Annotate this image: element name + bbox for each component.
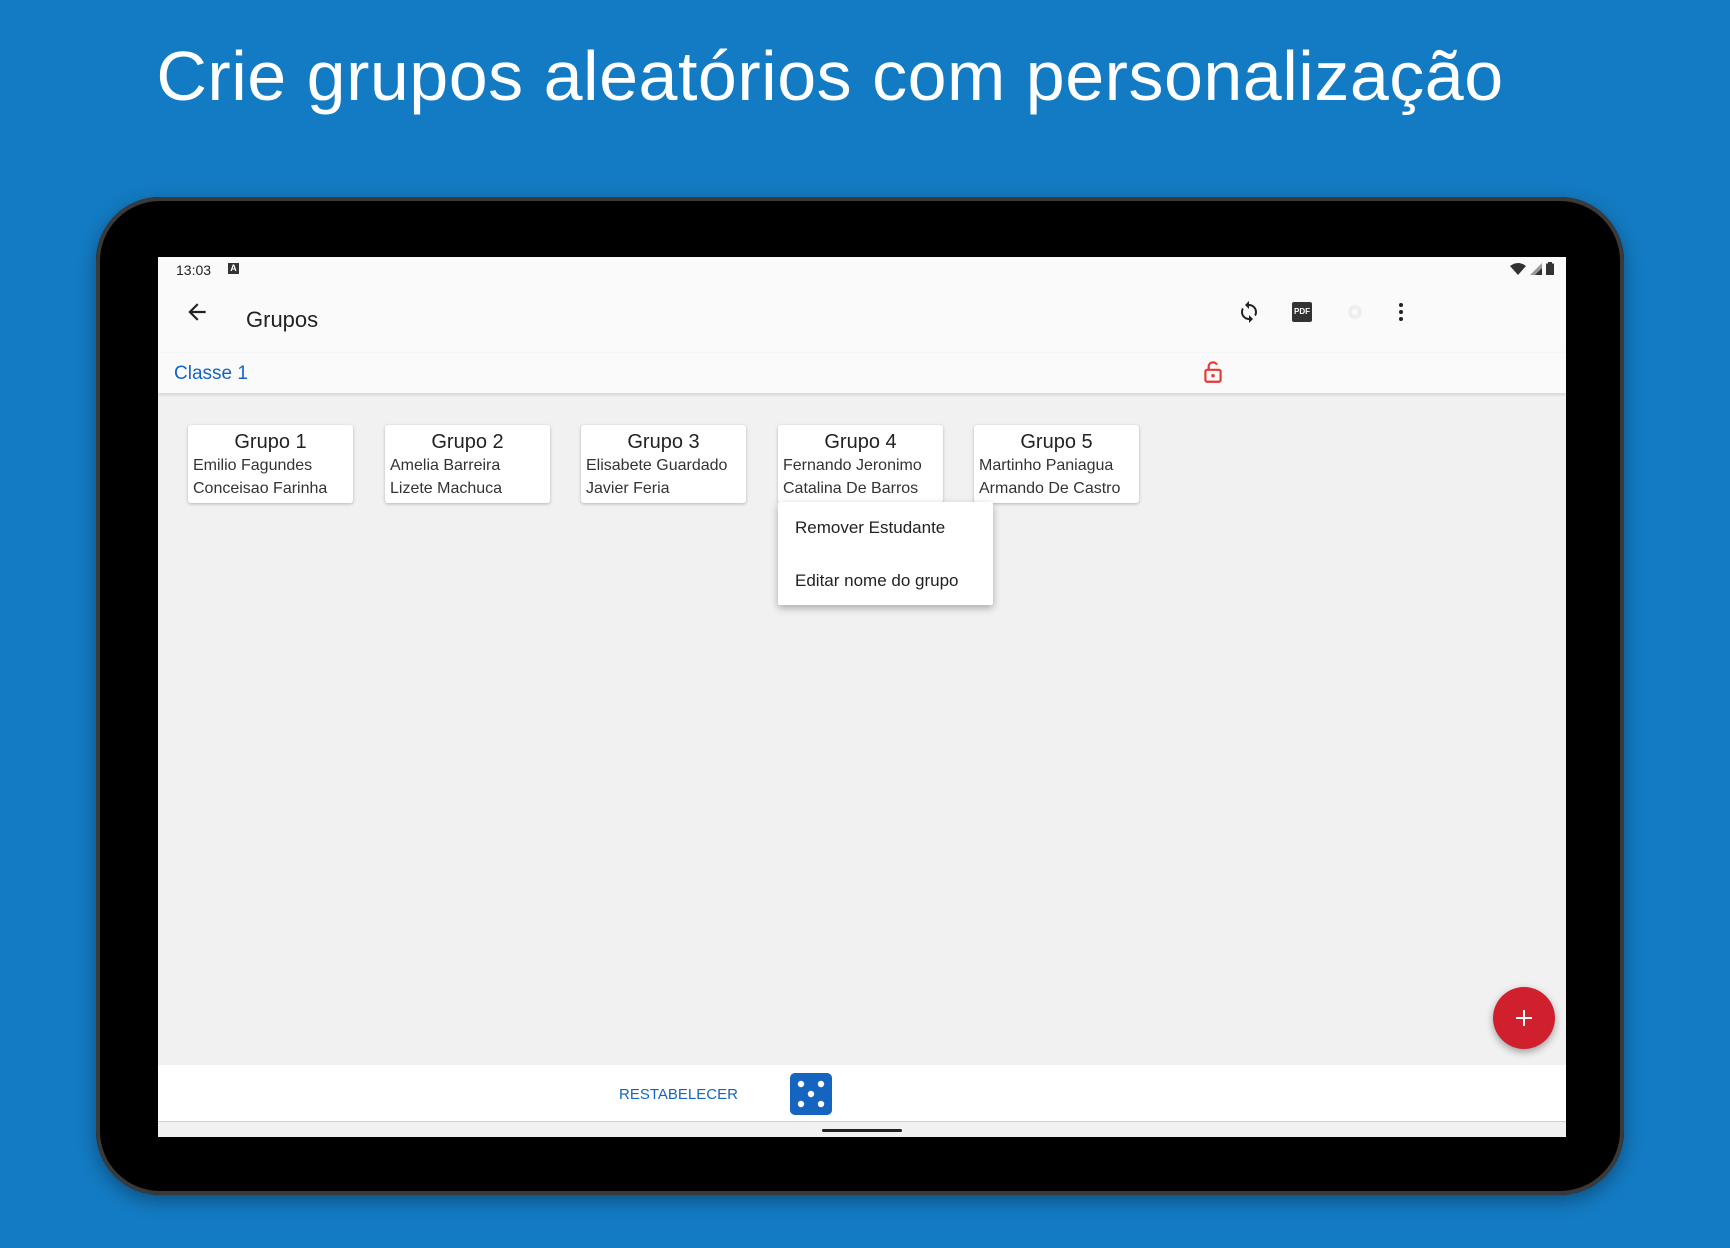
- student-name[interactable]: Conceisao Farinha: [188, 477, 353, 500]
- context-menu: Remover Estudante Editar nome do grupo: [778, 502, 993, 605]
- pdf-icon: PDF: [1292, 302, 1312, 322]
- group-name: Grupo 4: [824, 431, 897, 453]
- app-bar: Grupos PDF: [158, 283, 1566, 353]
- student-name[interactable]: Amelia Barreira: [385, 454, 550, 477]
- class-selector[interactable]: Classe 1: [174, 363, 248, 385]
- student-name[interactable]: Emilio Fagundes: [188, 454, 353, 477]
- group-card[interactable]: Grupo 5 Martinho Paniagua Armando De Cas…: [974, 425, 1139, 503]
- group-card[interactable]: Grupo 3 Elisabete Guardado Javier Feria: [581, 425, 746, 503]
- status-time: 13:03: [176, 262, 212, 278]
- notification-icon: A: [228, 263, 239, 274]
- plus-icon: [1516, 1010, 1532, 1026]
- group-name: Grupo 2: [431, 431, 504, 453]
- settings-button[interactable]: [1340, 297, 1370, 327]
- system-icons: [1510, 262, 1554, 275]
- signal-icon: [1530, 262, 1542, 275]
- wifi-icon: [1510, 262, 1526, 275]
- status-bar: 13:03 A: [158, 257, 1566, 283]
- battery-icon: [1546, 262, 1554, 275]
- promo-headline: Crie grupos aleatórios com personalizaçã…: [156, 37, 1504, 115]
- bottom-bar: RESTABELECER: [158, 1065, 1566, 1122]
- group-name: Grupo 5: [1020, 431, 1093, 453]
- menu-item-edit-group-name[interactable]: Editar nome do grupo: [795, 571, 959, 591]
- student-name[interactable]: Lizete Machuca: [385, 477, 550, 500]
- group-card[interactable]: Grupo 1 Emilio Fagundes Conceisao Farinh…: [188, 425, 353, 503]
- gesture-nav-bar[interactable]: [822, 1129, 902, 1132]
- student-name[interactable]: Catalina De Barros: [778, 477, 943, 500]
- group-name: Grupo 3: [627, 431, 700, 453]
- student-name[interactable]: Martinho Paniagua: [974, 454, 1139, 477]
- add-button[interactable]: [1493, 987, 1555, 1049]
- sync-icon: [1241, 301, 1257, 323]
- student-name[interactable]: Elisabete Guardado: [581, 454, 746, 477]
- student-name[interactable]: Armando De Castro: [974, 477, 1139, 500]
- pdf-icon-label: PDF: [1294, 307, 1310, 316]
- student-name[interactable]: Javier Feria: [581, 477, 746, 500]
- group-card[interactable]: Grupo 4 Fernando Jeronimo Catalina De Ba…: [778, 425, 943, 503]
- unlock-icon[interactable]: [1200, 359, 1226, 385]
- class-bar: Classe 1: [158, 353, 1566, 394]
- group-card[interactable]: Grupo 2 Amelia Barreira Lizete Machuca: [385, 425, 550, 503]
- app-screen: 13:03 A Grupos PDF Classe 1 Grupo 1 Emil…: [158, 257, 1566, 1137]
- dice-icon[interactable]: [790, 1073, 832, 1115]
- settings-icon: [1348, 305, 1362, 319]
- sync-button[interactable]: [1234, 297, 1264, 327]
- reset-button[interactable]: RESTABELECER: [619, 1086, 738, 1103]
- arrow-left-icon[interactable]: [184, 299, 210, 325]
- more-vert-icon: [1399, 303, 1403, 321]
- group-name: Grupo 1: [234, 431, 307, 453]
- pdf-button[interactable]: PDF: [1287, 297, 1317, 327]
- page-title: Grupos: [246, 307, 319, 332]
- more-options-button[interactable]: [1386, 297, 1416, 327]
- menu-item-remove-student[interactable]: Remover Estudante: [795, 518, 945, 538]
- student-name[interactable]: Fernando Jeronimo: [778, 454, 943, 477]
